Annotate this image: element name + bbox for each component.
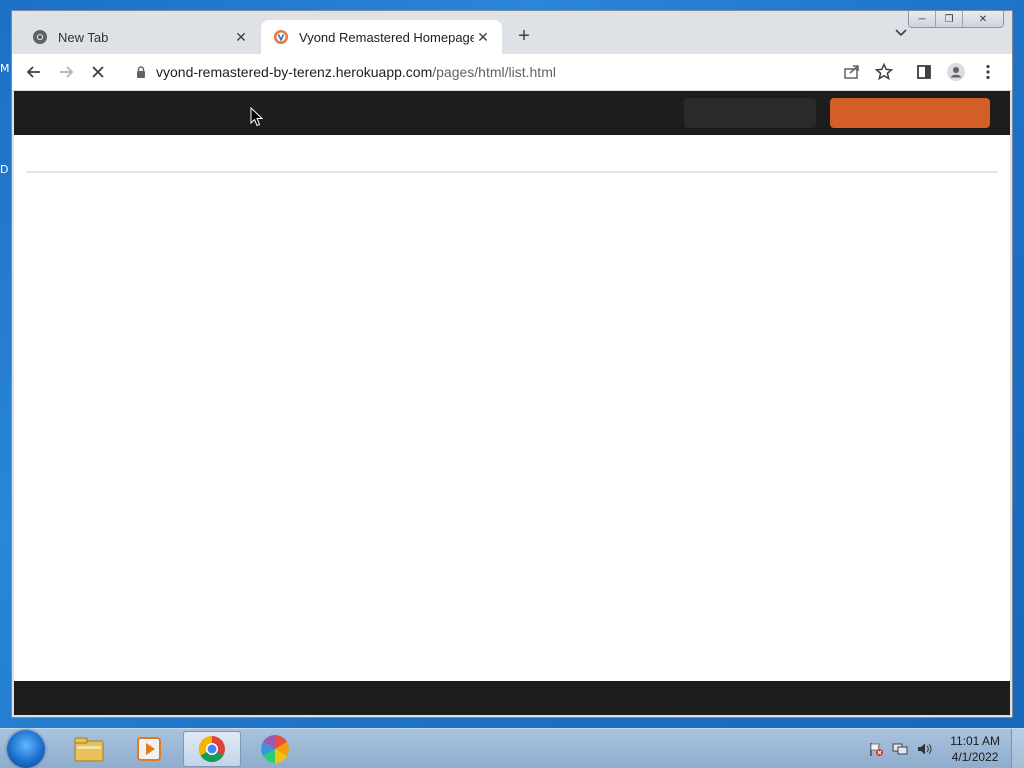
taskbar-media-player[interactable] [120, 731, 178, 767]
action-center-flag-icon[interactable] [868, 741, 884, 757]
mouse-cursor-icon [250, 107, 264, 127]
back-arrow-icon[interactable] [24, 62, 44, 82]
tab-vyond-homepage[interactable]: Vyond Remastered Homepage ✕ [261, 20, 502, 54]
stop-loading-icon[interactable] [88, 62, 108, 82]
lock-icon [137, 66, 145, 78]
tab-label: New Tab [58, 29, 109, 45]
url-text: vyond-remastered-by-terenz.herokuapp.com… [156, 64, 556, 80]
media-player-icon [137, 737, 161, 761]
new-tab-button[interactable]: + [512, 24, 536, 48]
chrome-icon [33, 30, 47, 44]
desktop-icon-label-fragment: M [0, 62, 10, 75]
profile-avatar-icon[interactable] [946, 62, 966, 82]
close-tab-icon[interactable]: ✕ [232, 29, 250, 46]
site-navbar [14, 91, 1010, 135]
system-tray: 11:01 AM 4/1/2022 [864, 729, 1024, 768]
side-panel-icon[interactable] [914, 62, 934, 82]
tab-new-tab[interactable]: New Tab ✕ [20, 20, 260, 54]
site-footer [14, 681, 1010, 715]
taskbar: 11:01 AM 4/1/2022 [0, 728, 1024, 768]
photos-icon [261, 735, 289, 763]
url-path: /pages/html/list.html [432, 64, 556, 80]
clock-date: 4/1/2022 [951, 750, 999, 764]
vyond-favicon [274, 30, 288, 44]
forward-arrow-icon[interactable] [56, 62, 76, 82]
page-viewport [14, 91, 1010, 715]
nav-button-primary[interactable] [830, 98, 990, 128]
chevron-down-icon [895, 29, 907, 37]
clock-time: 11:01 AM [950, 734, 1000, 748]
volume-icon[interactable] [916, 741, 932, 757]
start-button[interactable] [7, 730, 45, 768]
chrome-icon [198, 735, 225, 763]
browser-toolbar: vyond-remastered-by-terenz.herokuapp.com… [12, 54, 1012, 91]
desktop-icon-label-fragment: D [0, 163, 9, 176]
taskbar-chrome[interactable] [183, 731, 241, 767]
kebab-menu-icon[interactable] [978, 62, 998, 82]
content-divider [26, 171, 998, 173]
taskbar-photos[interactable] [246, 731, 304, 767]
bookmark-star-icon[interactable] [874, 62, 894, 82]
url-host: vyond-remastered-by-terenz.herokuapp.com [156, 64, 433, 80]
nav-button-secondary[interactable] [684, 98, 816, 128]
address-bar[interactable]: vyond-remastered-by-terenz.herokuapp.com… [124, 58, 878, 86]
tab-search-button[interactable] [894, 25, 908, 39]
network-icon[interactable] [892, 741, 908, 757]
taskbar-clock[interactable]: 11:01 AM 4/1/2022 [950, 733, 1000, 765]
tab-label: Vyond Remastered Homepage [299, 29, 474, 45]
show-desktop-button[interactable] [1011, 729, 1024, 768]
close-tab-icon[interactable]: ✕ [474, 29, 492, 46]
browser-window: ─ ❐ ✕ New Tab ✕ Vyond Remastered Homepag… [11, 10, 1013, 718]
taskbar-explorer[interactable] [60, 731, 118, 767]
share-icon[interactable] [842, 62, 862, 82]
tab-strip: New Tab ✕ Vyond Remastered Homepage ✕ + [12, 20, 1012, 54]
explorer-icon [74, 737, 104, 762]
